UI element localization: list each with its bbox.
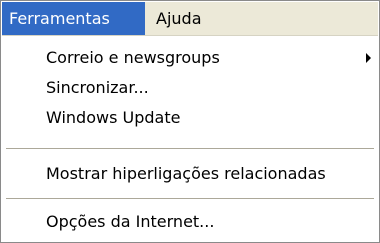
submenu-arrow-icon <box>366 53 371 63</box>
menu-item-label: Sincronizar... <box>46 78 149 97</box>
menu-ferramentas[interactable]: Ferramentas <box>2 2 145 35</box>
menu-item-label: Opções da Internet... <box>46 212 215 231</box>
menu-item-opcoes-da-internet[interactable]: Opções da Internet... <box>2 207 378 237</box>
menu-item-correio-e-newsgroups[interactable]: Correio e newsgroups <box>2 43 378 73</box>
menu-ajuda[interactable]: Ajuda <box>156 2 202 35</box>
menu-separator <box>6 198 374 200</box>
menu-item-label: Correio e newsgroups <box>46 48 220 67</box>
menu-item-windows-update[interactable]: Windows Update <box>2 103 378 133</box>
ferramentas-dropdown: Correio e newsgroups Sincronizar... Wind… <box>2 36 378 242</box>
menu-item-label: Windows Update <box>46 108 181 127</box>
menu-bar: Ferramentas Ajuda <box>2 2 378 36</box>
menu-item-mostrar-hiperligacoes-relacionadas[interactable]: Mostrar hiperligações relacionadas <box>2 159 378 189</box>
menu-window: Ferramentas Ajuda Correio e newsgroups S… <box>0 0 380 243</box>
menu-separator <box>6 148 374 150</box>
menu-item-label: Mostrar hiperligações relacionadas <box>46 164 326 183</box>
menu-item-sincronizar[interactable]: Sincronizar... <box>2 73 378 103</box>
